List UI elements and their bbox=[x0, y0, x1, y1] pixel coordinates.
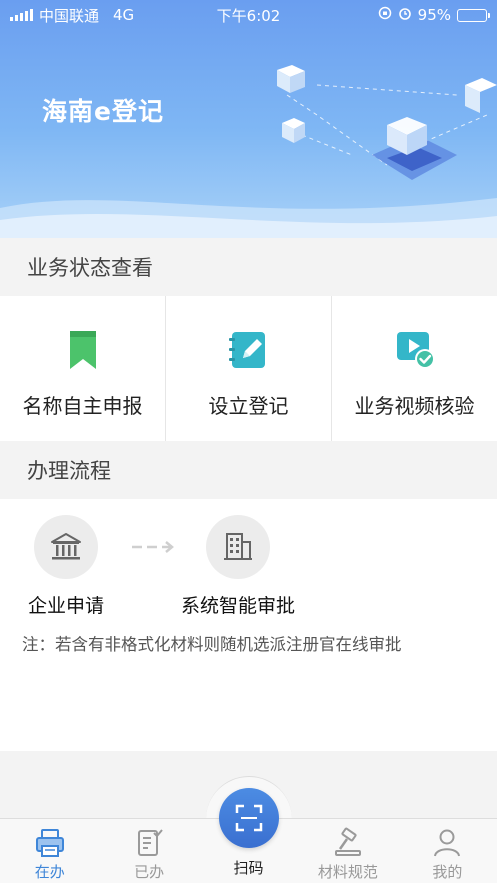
bookmark-icon bbox=[69, 331, 96, 369]
tab-material-spec[interactable]: 材料规范 bbox=[298, 819, 397, 883]
tab-in-progress[interactable]: 在办 bbox=[0, 819, 99, 883]
tab-label: 已办 bbox=[134, 863, 165, 881]
business-item-registration[interactable]: 设立登记 bbox=[166, 296, 332, 441]
process-step-label: 系统智能审批 bbox=[180, 595, 295, 617]
process-step-apply: 企业申请 bbox=[0, 515, 136, 618]
gavel-icon bbox=[334, 827, 361, 856]
process-step-label: 企业申请 bbox=[27, 595, 104, 617]
user-icon bbox=[434, 829, 461, 857]
process-panel: 企业申请 系统智能审批 注：若含有非格式化材料则随机选派注册官在线审批 bbox=[0, 499, 497, 751]
business-item-label: 设立登记 bbox=[208, 394, 289, 418]
battery-icon bbox=[457, 8, 490, 22]
app-title: 海南e登记 bbox=[42, 97, 164, 126]
battery-percent: 95% bbox=[417, 6, 451, 24]
tab-label: 我的 bbox=[432, 863, 463, 881]
bank-icon bbox=[34, 515, 98, 579]
business-item-video-verify[interactable]: 业务视频核验 bbox=[332, 296, 497, 441]
tab-label: 在办 bbox=[34, 863, 65, 881]
section-title-business-status: 业务状态查看 bbox=[0, 238, 497, 296]
cloud-cubes-illustration bbox=[277, 65, 497, 180]
carrier-name: 中国联通 bbox=[39, 6, 100, 25]
checklist-icon bbox=[138, 829, 163, 856]
printer-icon bbox=[35, 829, 64, 857]
video-check-icon bbox=[396, 332, 435, 369]
business-item-label: 名称自主申报 bbox=[22, 394, 143, 418]
process-note: 注：若含有非格式化材料则随机选派注册官在线审批 bbox=[22, 635, 402, 654]
scan-button[interactable] bbox=[219, 788, 279, 848]
edit-notebook-icon bbox=[228, 332, 265, 368]
tab-mine[interactable]: 我的 bbox=[398, 819, 497, 883]
business-item-label: 业务视频核验 bbox=[354, 394, 475, 418]
scan-icon bbox=[235, 804, 263, 832]
network-type: 4G bbox=[113, 6, 135, 24]
section-title-process-flow: 办理流程 bbox=[0, 441, 497, 499]
business-item-name-declaration[interactable]: 名称自主申报 bbox=[0, 296, 166, 441]
tab-label: 扫码 bbox=[233, 859, 264, 877]
status-bar: 中国联通 4G 下午6:02 95% bbox=[0, 0, 497, 30]
alarm-icon bbox=[398, 6, 412, 24]
tab-label: 材料规范 bbox=[317, 863, 378, 881]
tab-completed[interactable]: 已办 bbox=[99, 819, 198, 883]
process-step-smart-approval: 系统智能审批 bbox=[168, 515, 308, 618]
orientation-lock-icon bbox=[378, 6, 392, 24]
header-banner: 中国联通 4G 下午6:02 95% 海南e登记 bbox=[0, 0, 497, 238]
business-grid: 名称自主申报 设立登记 业务视频核验 bbox=[0, 296, 497, 441]
building-icon bbox=[206, 515, 270, 579]
signal-icon bbox=[10, 9, 33, 21]
